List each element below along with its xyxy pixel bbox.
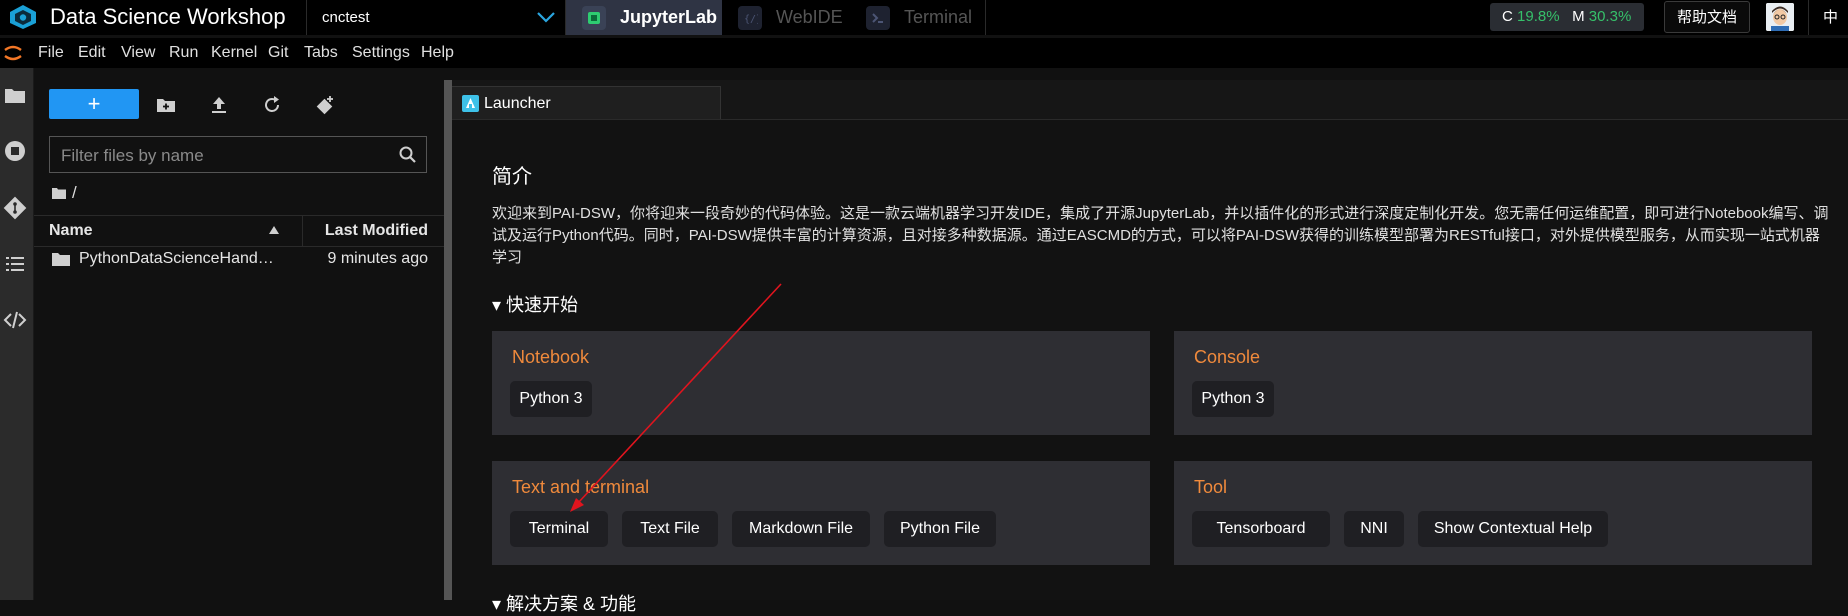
table-of-contents-icon[interactable] xyxy=(2,251,28,277)
cpu-value: 19.8% xyxy=(1517,8,1560,25)
menu-view[interactable]: View xyxy=(121,38,155,68)
app-title: Data Science Workshop xyxy=(50,4,286,29)
menu-file[interactable]: File xyxy=(38,38,64,68)
new-folder-icon[interactable] xyxy=(155,94,177,116)
quickstart-heading[interactable]: ▾ 快速开始 xyxy=(492,291,578,317)
chevron-down-icon xyxy=(537,12,555,23)
cpu-label: C xyxy=(1502,8,1513,25)
file-browser: + / Name Last Modified PythonDataScience… xyxy=(34,68,444,600)
card-notebook: Notebook Python 3 xyxy=(492,331,1150,435)
tab-terminal-label: Terminal xyxy=(904,7,973,27)
launcher-icon xyxy=(462,95,479,112)
dsw-logo-icon xyxy=(10,5,36,29)
menu-edit[interactable]: Edit xyxy=(78,38,106,68)
sort-ascending-icon xyxy=(269,226,279,234)
column-name-header[interactable]: Name xyxy=(49,216,93,246)
workspace-select[interactable]: cnctest xyxy=(306,0,566,35)
tab-launcher[interactable]: Launcher xyxy=(452,86,721,120)
menu-kernel[interactable]: Kernel xyxy=(211,38,257,68)
git-icon[interactable] xyxy=(2,195,28,221)
tab-webide-label: WebIDE xyxy=(776,7,843,27)
jupyterlab-icon xyxy=(582,5,606,30)
folder-icon xyxy=(52,188,66,199)
python-file-button[interactable]: Python File xyxy=(884,511,996,547)
avatar[interactable] xyxy=(1766,3,1794,31)
resource-usage: C 19.8% M 30.3% xyxy=(1490,3,1644,31)
tab-launcher-label: Launcher xyxy=(484,95,551,112)
breadcrumb-path: / xyxy=(72,183,77,202)
menu-settings[interactable]: Settings xyxy=(352,38,410,68)
help-docs-button[interactable]: 帮助文档 xyxy=(1664,1,1750,33)
webide-icon: {/} xyxy=(738,5,762,30)
top-bar: Data Science Workshop cnctest JupyterLab… xyxy=(0,0,1848,61)
menu-tabs[interactable]: Tabs xyxy=(304,38,338,68)
terminal-button[interactable]: Terminal xyxy=(510,511,608,547)
running-stop-icon[interactable] xyxy=(2,138,28,164)
upload-icon[interactable] xyxy=(208,94,230,116)
tab-webide[interactable]: {/} WebIDE xyxy=(722,0,850,35)
card-console: Console Python 3 xyxy=(1174,331,1812,435)
terminal-icon xyxy=(866,5,890,30)
language-switch[interactable]: 中文 xyxy=(1808,0,1848,61)
intro-title: 简介 xyxy=(492,166,532,188)
mem-value: 30.3% xyxy=(1588,8,1632,25)
card-tool: Tool Tensorboard NNI Show Contextual Hel… xyxy=(1174,461,1812,565)
main-area: Launcher 简介 欢迎来到PAI-DSW，你将迎来一段奇妙的代码体验。这是… xyxy=(452,80,1848,614)
card-tool-title: Tool xyxy=(1194,477,1228,497)
folder-icon xyxy=(52,253,70,266)
breadcrumb[interactable]: / xyxy=(52,183,77,203)
menu-help[interactable]: Help xyxy=(421,38,454,68)
column-modified-header[interactable]: Last Modified xyxy=(325,216,428,246)
panel-splitter[interactable] xyxy=(444,80,452,600)
markdown-file-button[interactable]: Markdown File xyxy=(732,511,870,547)
tab-terminal[interactable]: Terminal xyxy=(850,0,986,35)
contextual-help-button[interactable]: Show Contextual Help xyxy=(1418,511,1608,547)
menu-bar: File Edit View Run Kernel Git Tabs Setti… xyxy=(0,38,1848,68)
nni-button[interactable]: NNI xyxy=(1344,511,1404,547)
file-modified: 9 minutes ago xyxy=(327,250,428,267)
workspace-value: cnctest xyxy=(322,9,370,26)
list-item[interactable]: PythonDataScienceHand… 9 minutes ago xyxy=(34,246,444,272)
refresh-icon[interactable] xyxy=(261,94,283,116)
mem-label: M xyxy=(1572,8,1585,25)
text-file-button[interactable]: Text File xyxy=(622,511,718,547)
card-notebook-title: Notebook xyxy=(512,347,590,367)
card-text-terminal-title: Text and terminal xyxy=(512,477,650,497)
intro-text: 欢迎来到PAI-DSW，你将迎来一段奇妙的代码体验。这是一款云端机器学习开发ID… xyxy=(492,205,1829,266)
code-snippets-icon[interactable] xyxy=(2,307,28,333)
filter-input[interactable] xyxy=(50,137,393,174)
column-divider xyxy=(302,216,303,246)
tensorboard-button[interactable]: Tensorboard xyxy=(1192,511,1330,547)
tab-jupyterlab[interactable]: JupyterLab xyxy=(566,0,722,35)
notebook-python3-button[interactable]: Python 3 xyxy=(510,381,592,417)
svg-text:{/}: {/} xyxy=(744,14,758,25)
menu-run[interactable]: Run xyxy=(169,38,198,68)
new-launcher-button[interactable]: + xyxy=(49,89,139,119)
console-python3-button[interactable]: Python 3 xyxy=(1192,381,1274,417)
card-console-title: Console xyxy=(1194,347,1261,367)
folder-icon[interactable] xyxy=(2,82,28,108)
git-clone-icon[interactable] xyxy=(314,94,336,116)
file-name: PythonDataScienceHand… xyxy=(79,250,274,267)
menu-git[interactable]: Git xyxy=(268,38,288,68)
tab-jupyterlab-label: JupyterLab xyxy=(620,7,718,27)
launcher-panel: 简介 欢迎来到PAI-DSW，你将迎来一段奇妙的代码体验。这是一款云端机器学习开… xyxy=(452,120,1848,614)
jupyter-logo-icon xyxy=(4,45,22,61)
activity-bar xyxy=(0,68,34,600)
search-icon xyxy=(399,146,416,163)
solutions-heading[interactable]: ▾ 解决方案 & 功能 xyxy=(492,590,636,616)
file-list-header: Name Last Modified xyxy=(34,215,444,247)
card-text-terminal: Text and terminal Terminal Text File Mar… xyxy=(492,461,1150,565)
file-filter xyxy=(49,136,427,174)
